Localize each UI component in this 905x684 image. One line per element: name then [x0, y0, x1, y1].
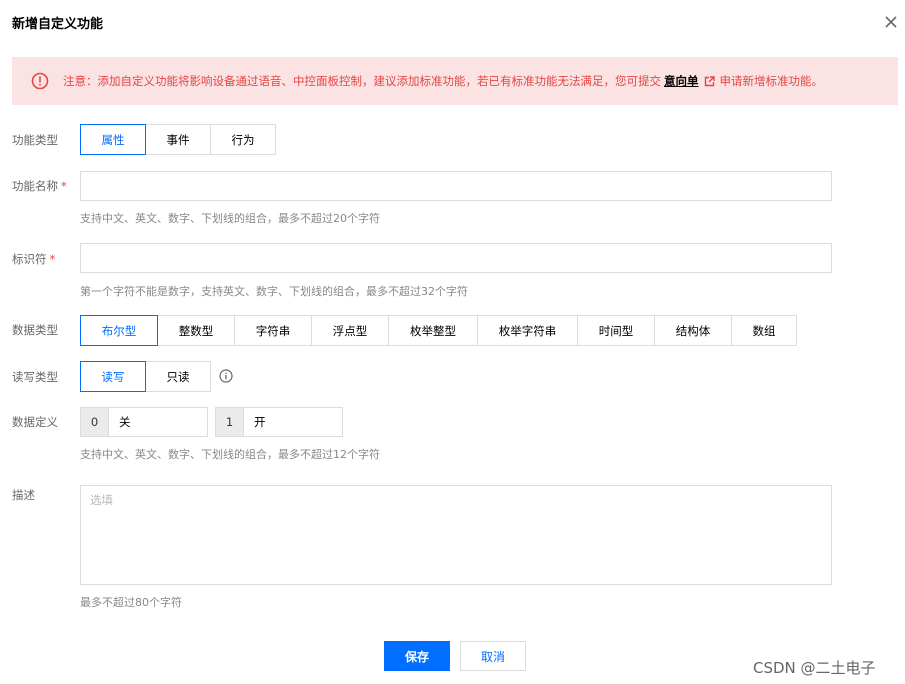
data-type-segmented: 布尔型 整数型 字符串 浮点型 枚举整型 枚举字符串 时间型 结构体 数组: [80, 315, 797, 346]
data-type-option-time[interactable]: 时间型: [577, 315, 655, 346]
data-type-option-array[interactable]: 数组: [731, 315, 797, 346]
intent-form-link[interactable]: 意向单: [664, 73, 699, 89]
feature-name-label-text: 功能名称: [12, 179, 58, 193]
alert-text-after: 申请新增标准功能。: [719, 74, 824, 88]
rw-type-option-readonly[interactable]: 只读: [145, 361, 211, 392]
alert-text-before: 注意：添加自定义功能将影响设备通过语音、中控面板控制，建议添加标准功能，若已有标…: [63, 74, 661, 88]
data-definition-item: 0 关: [80, 407, 208, 437]
description-label: 描述: [12, 488, 35, 502]
data-type-option-bool[interactable]: 布尔型: [80, 315, 158, 346]
identifier-help: 第一个字符不能是数字，支持英文、数字、下划线的组合，最多不超过32个字符: [80, 285, 468, 298]
identifier-label-text: 标识符: [12, 252, 47, 266]
feature-type-segmented: 属性 事件 行为: [80, 124, 276, 155]
feature-name-label: 功能名称 *: [12, 178, 67, 194]
data-definition-key: 0: [80, 407, 108, 437]
data-type-option-string[interactable]: 字符串: [234, 315, 312, 346]
data-definition-key: 1: [215, 407, 243, 437]
dialog-title: 新增自定义功能: [12, 17, 104, 32]
feature-name-input[interactable]: [80, 171, 832, 201]
feature-type-option-action[interactable]: 行为: [210, 124, 276, 155]
cancel-button[interactable]: 取消: [460, 641, 526, 671]
required-mark: *: [61, 179, 67, 193]
feature-type-label: 功能类型: [12, 133, 58, 147]
data-definition-label: 数据定义: [12, 415, 58, 429]
feature-type-option-property[interactable]: 属性: [80, 124, 146, 155]
description-help: 最多不超过80个字符: [80, 596, 182, 609]
data-type-option-enum-string[interactable]: 枚举字符串: [477, 315, 578, 346]
rw-type-label: 读写类型: [12, 370, 58, 384]
watermark: CSDN @二土电子: [753, 659, 876, 677]
rw-type-segmented: 读写 只读: [80, 361, 211, 392]
alert-message: 注意：添加自定义功能将影响设备通过语音、中控面板控制，建议添加标准功能，若已有标…: [63, 73, 823, 89]
identifier-label: 标识符 *: [12, 251, 55, 267]
required-mark: *: [49, 252, 56, 266]
description-textarea[interactable]: 选填: [80, 485, 832, 585]
data-type-option-enum-int[interactable]: 枚举整型: [388, 315, 478, 346]
data-type-option-struct[interactable]: 结构体: [654, 315, 732, 346]
data-type-option-int[interactable]: 整数型: [157, 315, 235, 346]
data-definition-value-input[interactable]: 开: [243, 407, 343, 437]
data-type-option-float[interactable]: 浮点型: [311, 315, 389, 346]
data-definition-item: 1 开: [215, 407, 343, 437]
feature-name-help: 支持中文、英文、数字、下划线的组合，最多不超过20个字符: [80, 212, 380, 225]
warning-icon: [31, 72, 49, 90]
save-button[interactable]: 保存: [384, 641, 450, 671]
data-definition-value-input[interactable]: 关: [108, 407, 208, 437]
external-link-icon[interactable]: [704, 75, 715, 87]
close-icon[interactable]: [883, 14, 899, 30]
warning-alert: 注意：添加自定义功能将影响设备通过语音、中控面板控制，建议添加标准功能，若已有标…: [12, 57, 898, 105]
identifier-input[interactable]: [80, 243, 832, 273]
info-circle-icon[interactable]: [219, 369, 233, 383]
feature-type-option-event[interactable]: 事件: [145, 124, 211, 155]
data-type-label: 数据类型: [12, 323, 58, 337]
rw-type-option-readwrite[interactable]: 读写: [80, 361, 146, 392]
data-definition-help: 支持中文、英文、数字、下划线的组合，最多不超过12个字符: [80, 448, 380, 461]
